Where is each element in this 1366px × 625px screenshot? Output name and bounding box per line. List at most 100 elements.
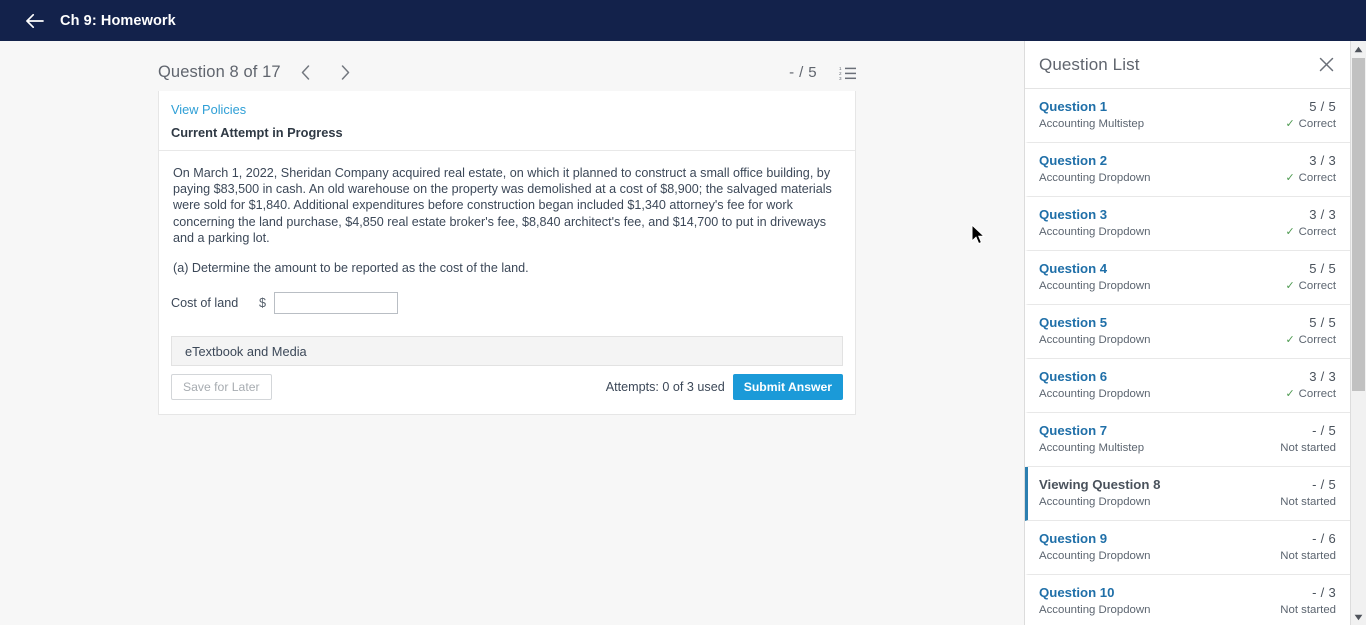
etextbook-and-media-bar[interactable]: eTextbook and Media	[171, 336, 843, 367]
question-list-item-score: - / 3	[1312, 585, 1336, 600]
question-list-item-state-label: Correct	[1298, 280, 1336, 292]
cost-of-land-input[interactable]	[274, 292, 399, 315]
question-list-item[interactable]: Question 10 Accounting Dropdown - / 3 Not s…	[1025, 575, 1350, 625]
course-title: Ch 9: Homework	[60, 12, 176, 29]
question-list-item-state-label: Correct	[1298, 226, 1336, 238]
question-list-item-info: Question 5 Accounting Dropdown	[1039, 314, 1150, 358]
question-list-item-status: - / 5 Not started	[1280, 476, 1336, 520]
question-card-header: View Policies Current Attempt in Progres…	[159, 91, 855, 151]
question-list-item-status: 3 / 3 ✓ Correct	[1285, 368, 1336, 412]
question-list-item-status: 5 / 5 ✓ Correct	[1285, 314, 1336, 358]
next-question-button[interactable]	[331, 57, 361, 87]
question-list-item-state-label: Correct	[1298, 172, 1336, 184]
question-list-item-type: Accounting Multistep	[1039, 118, 1145, 130]
save-for-later-button[interactable]: Save for Later	[171, 374, 272, 401]
question-list-item[interactable]: Question 4 Accounting Dropdown 5 / 5 ✓ Corre…	[1025, 251, 1350, 305]
svg-text:3: 3	[839, 76, 842, 80]
question-work-area: Question 8 of 17 - / 5 1 2 3 View Polici…	[0, 41, 1022, 625]
question-list-item[interactable]: Question 2 Accounting Dropdown 3 / 3 ✓ Corre…	[1025, 143, 1350, 197]
question-header: Question 8 of 17 - / 5 1 2 3	[158, 52, 856, 92]
question-list-item[interactable]: Question 7 Accounting Multistep - / 5 Not s…	[1025, 413, 1350, 467]
question-list-item-type: Accounting Multistep	[1039, 442, 1145, 454]
question-list-item[interactable]: Question 9 Accounting Dropdown - / 6 Not st…	[1025, 521, 1350, 575]
question-header-right: - / 5 1 2 3	[789, 64, 856, 81]
attempts-counter: Attempts: 0 of 3 used	[605, 380, 725, 395]
view-policies-link[interactable]: View Policies	[171, 102, 843, 117]
answer-row: Cost of land $	[159, 292, 855, 336]
question-list-item-status: - / 6 Not started	[1280, 530, 1336, 574]
question-list-item-status: 5 / 5 ✓ Correct	[1285, 98, 1336, 142]
question-list-item[interactable]: Question 3 Accounting Dropdown 3 / 3 ✓ Corre…	[1025, 197, 1350, 251]
question-list-item-status: - / 5 Not started	[1280, 422, 1336, 466]
question-list-item[interactable]: Question 1 Accounting Multistep 5 / 5 ✓ Corr…	[1025, 89, 1350, 143]
question-list-item-name: Question 5	[1039, 315, 1108, 330]
question-list-item-status: 5 / 5 ✓ Correct	[1285, 260, 1336, 304]
question-list-item-score: - / 6	[1312, 531, 1336, 546]
question-list-header: Question List	[1025, 41, 1350, 89]
currency-symbol: $	[259, 296, 267, 311]
scroll-down-arrow-icon[interactable]	[1351, 609, 1366, 625]
question-list-item-type: Accounting Dropdown	[1039, 226, 1151, 238]
question-list-item-status: 3 / 3 ✓ Correct	[1285, 152, 1336, 196]
question-list-item-state: Not started	[1280, 440, 1336, 456]
question-list-item-state: Not started	[1280, 548, 1336, 564]
question-list-item-state-label: Not started	[1280, 604, 1336, 616]
question-list-item-type: Accounting Dropdown	[1039, 334, 1151, 346]
question-list-item-info: Viewing Question 8 Accounting Dropdown	[1039, 476, 1160, 520]
question-list-item-type: Accounting Dropdown	[1039, 550, 1151, 562]
top-navigation-bar: Ch 9: Homework	[0, 0, 1366, 41]
question-list-items: Question 1 Accounting Multistep 5 / 5 ✓ Corr…	[1025, 89, 1350, 625]
question-list-item-state-label: Not started	[1280, 496, 1336, 508]
question-list-item-state-label: Not started	[1280, 442, 1336, 454]
question-list-item-info: Question 1 Accounting Multistep	[1039, 98, 1144, 142]
ordered-list-icon[interactable]: 1 2 3	[839, 65, 856, 80]
question-list-item-name: Question 4	[1039, 261, 1108, 276]
question-paragraph: On March 1, 2022, Sheridan Company acqui…	[173, 166, 832, 245]
question-list-item-state: ✓ Correct	[1285, 386, 1336, 402]
scrollbar-thumb[interactable]	[1352, 58, 1365, 391]
scroll-up-arrow-icon[interactable]	[1351, 41, 1366, 57]
question-list-item-state: Not started	[1280, 602, 1336, 618]
question-list-item-state: Not started	[1280, 494, 1336, 510]
question-list-item-state-label: Not started	[1280, 550, 1336, 562]
question-card: View Policies Current Attempt in Progres…	[158, 91, 856, 416]
previous-question-button[interactable]	[291, 57, 321, 87]
question-prompt: (a) Determine the amount to be reported …	[173, 261, 529, 276]
question-list-item-score: 5 / 5	[1309, 99, 1336, 114]
question-list-item-score: 3 / 3	[1309, 153, 1336, 168]
question-list-item-state: ✓ Correct	[1285, 116, 1336, 132]
question-list-item-score: 3 / 3	[1309, 369, 1336, 384]
question-list-item-score: 3 / 3	[1309, 207, 1336, 222]
question-list-item-info: Question 2 Accounting Dropdown	[1039, 152, 1150, 196]
question-list-item-name: Question 6	[1039, 369, 1108, 384]
question-list-item-state: ✓ Correct	[1285, 278, 1336, 294]
question-list-item-status: 3 / 3 ✓ Correct	[1285, 206, 1336, 250]
question-list-item-state-label: Correct	[1298, 334, 1336, 346]
question-list-item-info: Question 9 Accounting Dropdown	[1039, 530, 1150, 574]
check-icon: ✓	[1285, 118, 1295, 130]
question-list-item-type: Accounting Dropdown	[1039, 172, 1151, 184]
page-scrollbar[interactable]	[1350, 41, 1366, 625]
question-score: - / 5	[789, 63, 817, 81]
question-list-item-state: ✓ Correct	[1285, 170, 1336, 186]
question-list-item-state-label: Correct	[1298, 388, 1336, 400]
question-list-item-state: ✓ Correct	[1285, 332, 1336, 348]
question-list-item[interactable]: Question 5 Accounting Dropdown 5 / 5 ✓ Corre…	[1025, 305, 1350, 359]
question-list-item-type: Accounting Dropdown	[1039, 280, 1151, 292]
question-text: On March 1, 2022, Sheridan Company acqui…	[173, 165, 841, 246]
question-list-panel: Question List Question 1 Accounting Multi…	[1024, 41, 1350, 625]
question-list-item-info: Question 10 Accounting Dropdown	[1039, 584, 1150, 625]
question-list-item-name: Question 1	[1039, 99, 1108, 114]
question-list-item[interactable]: Question 6 Accounting Dropdown 3 / 3 ✓ Corre…	[1025, 359, 1350, 413]
question-list-item-type: Accounting Dropdown	[1039, 388, 1151, 400]
close-icon[interactable]	[1316, 55, 1336, 75]
question-counter: Question 8 of 17	[158, 62, 281, 81]
question-body: On March 1, 2022, Sheridan Company acqui…	[159, 151, 855, 276]
etextbook-label: eTextbook and Media	[185, 343, 307, 359]
check-icon: ✓	[1285, 226, 1295, 238]
check-icon: ✓	[1285, 172, 1295, 184]
check-icon: ✓	[1285, 334, 1295, 346]
submit-answer-button[interactable]: Submit Answer	[732, 374, 843, 401]
question-list-item-info: Question 7 Accounting Multistep	[1039, 422, 1144, 466]
back-arrow-icon[interactable]	[24, 10, 46, 32]
